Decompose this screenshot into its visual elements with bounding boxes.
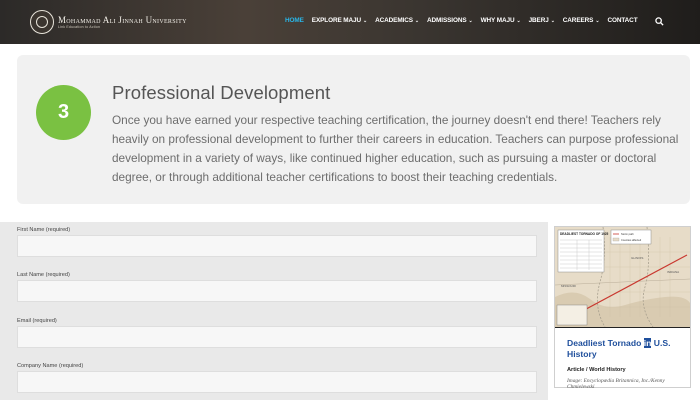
state-missouri: MISSOURI — [561, 284, 576, 288]
chevron-down-icon: ⌄ — [516, 17, 521, 24]
nav-item-label: WHY MAJU — [480, 17, 515, 24]
article-text: Deadliest Tornado in U.S. History Articl… — [555, 327, 690, 390]
state-illinois: ILLINOIS — [631, 256, 643, 260]
email-label: Email (required) — [17, 318, 57, 324]
nav-item-home[interactable]: HOME — [285, 17, 304, 24]
nav-item-label: ADMISSIONS — [427, 17, 467, 24]
nav-item-explore-maju[interactable]: EXPLORE MAJU ⌄ — [312, 17, 367, 24]
step-number-badge: 3 — [36, 85, 91, 140]
nav-item-careers[interactable]: CAREERS ⌄ — [563, 17, 600, 24]
nav-item-jberj[interactable]: JBERJ ⌄ — [529, 17, 555, 24]
nav-item-academics[interactable]: ACADEMICS ⌄ — [375, 17, 419, 24]
legend-storm-path: Storm path — [621, 232, 634, 236]
nav-item-label: CONTACT — [607, 17, 638, 24]
last-name-field[interactable] — [17, 280, 537, 302]
card-body: Once you have earned your respective tea… — [112, 113, 679, 184]
nav-item-why-maju[interactable]: WHY MAJU ⌄ — [481, 17, 521, 24]
logo-name: Mohammad Ali Jinnah University — [58, 14, 187, 25]
chevron-down-icon: ⌄ — [363, 17, 368, 24]
company-name-field[interactable] — [17, 371, 537, 393]
related-article-card[interactable]: DEADLIEST TORNADO OF 1925 Storm path Cou… — [554, 226, 691, 390]
legend-counties: Counties affected — [621, 238, 642, 242]
email-field[interactable] — [17, 326, 537, 348]
first-name-label: First Name (required) — [17, 227, 71, 233]
article-category: Article / World History — [567, 367, 626, 373]
article-title[interactable]: Deadliest Tornado in U.S. History — [567, 338, 687, 360]
nav-item-label: EXPLORE MAJU — [311, 17, 362, 24]
search-icon[interactable] — [655, 17, 664, 26]
chevron-down-icon: ⌄ — [595, 17, 600, 24]
nav-item-label: HOME — [285, 17, 304, 24]
state-indiana: INDIANA — [667, 270, 679, 274]
logo-subtitle: Link Education to Action — [58, 24, 101, 29]
card-title: Professional Development — [112, 82, 331, 103]
chevron-down-icon: ⌄ — [414, 17, 420, 24]
first-name-field[interactable] — [17, 235, 537, 257]
chevron-down-icon: ⌄ — [468, 17, 473, 24]
tornado-map-image: DEADLIEST TORNADO OF 1925 Storm path Cou… — [555, 227, 690, 327]
university-seal-icon — [30, 10, 54, 34]
last-name-label: Last Name (required) — [17, 272, 70, 278]
map-title: DEADLIEST TORNADO OF 1925 — [560, 232, 609, 236]
nav-item-admissions[interactable]: ADMISSIONS ⌄ — [427, 17, 473, 24]
nav-item-label: ACADEMICS — [375, 17, 413, 24]
professional-development-card: 3 Professional Development Once you have… — [17, 55, 690, 204]
nav-item-label: CAREERS — [562, 17, 594, 24]
logo-text: Mohammad Ali Jinnah University Link Educ… — [58, 15, 187, 30]
university-logo[interactable]: Mohammad Ali Jinnah University Link Educ… — [30, 10, 187, 34]
nav-item-label: JBERJ — [528, 17, 549, 24]
image-credit: Image: Encyclopædia Britannica, Inc./Ken… — [567, 378, 665, 390]
contact-form: First Name (required) Last Name (require… — [0, 222, 548, 400]
chevron-down-icon: ⌄ — [550, 17, 555, 24]
company-name-label: Company Name (required) — [17, 363, 84, 369]
nav-item-contact[interactable]: CONTACT — [607, 17, 637, 24]
site-header: Mohammad Ali Jinnah University Link Educ… — [0, 0, 700, 44]
main-nav: HOME EXPLORE MAJU ⌄ ACADEMICS ⌄ ADMISSIONS… — [285, 17, 646, 24]
